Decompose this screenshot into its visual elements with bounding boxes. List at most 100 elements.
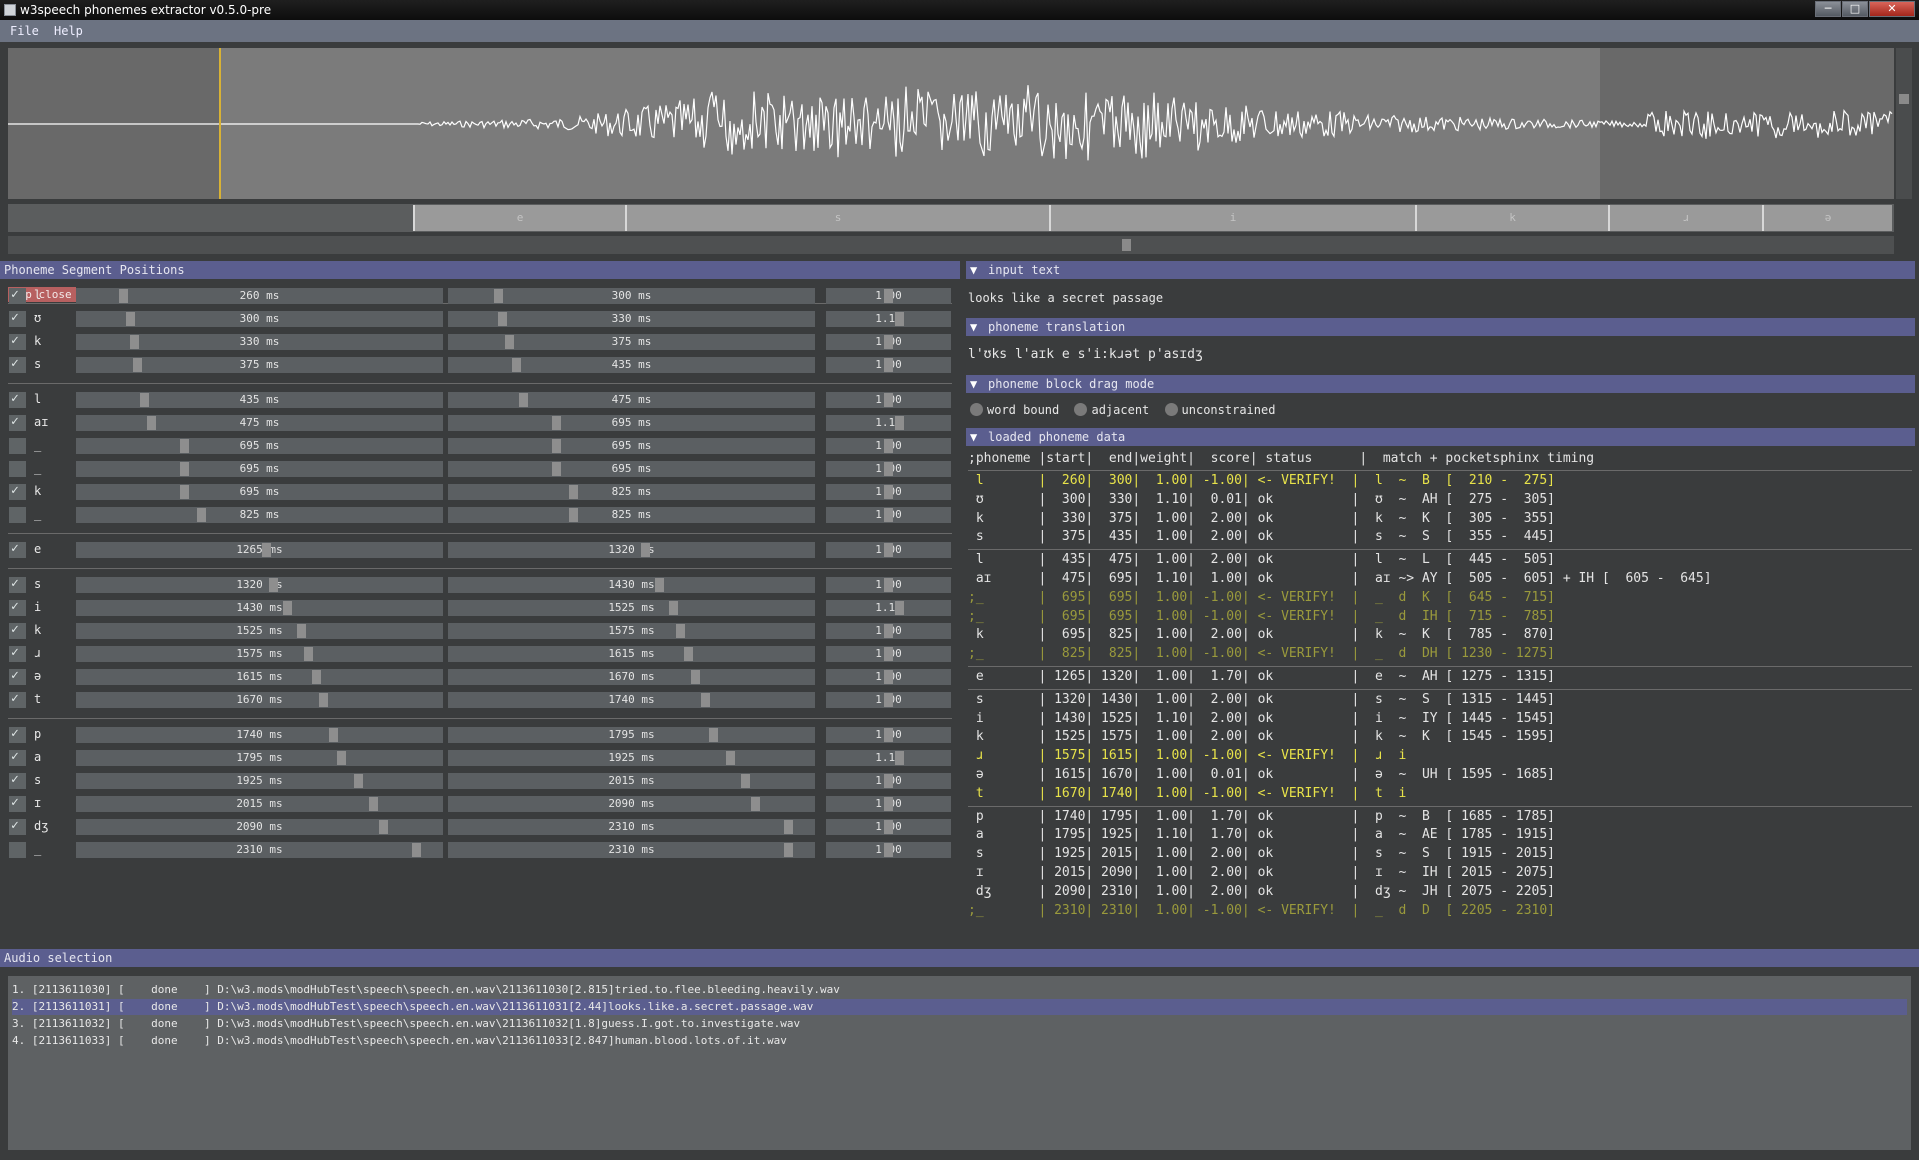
phoneme-translation-header[interactable]: ▼ phoneme translation — [966, 318, 1915, 336]
phoneme-enabled-checkbox[interactable] — [9, 461, 26, 477]
start-slider[interactable]: 695 ms — [76, 484, 443, 500]
slider-grab[interactable] — [883, 485, 893, 499]
weight-slider[interactable]: 1.00 — [826, 623, 951, 639]
segment-block[interactable]: ɹ — [1608, 205, 1762, 231]
slider-grab[interactable] — [354, 774, 364, 788]
slider-grab[interactable] — [304, 647, 314, 661]
end-slider[interactable]: 1795 ms — [448, 727, 815, 743]
weight-slider[interactable]: 1.00 — [826, 842, 951, 858]
slider-grab[interactable] — [261, 543, 271, 557]
start-slider[interactable]: 695 ms — [76, 438, 443, 454]
slider-grab[interactable] — [669, 601, 679, 615]
start-slider[interactable]: 2310 ms — [76, 842, 443, 858]
start-slider[interactable]: 1615 ms — [76, 669, 443, 685]
weight-slider[interactable]: 1.00 — [826, 484, 951, 500]
slider-grab[interactable] — [519, 393, 529, 407]
loaded-data-header[interactable]: ▼ loaded phoneme data — [966, 428, 1915, 446]
slider-grab[interactable] — [569, 508, 579, 522]
start-slider[interactable]: 825 ms — [76, 507, 443, 523]
start-slider[interactable]: 260 ms — [76, 288, 443, 304]
phoneme-enabled-checkbox[interactable] — [9, 576, 26, 593]
end-slider[interactable]: 1670 ms — [448, 669, 815, 685]
slider-grab[interactable] — [783, 843, 793, 857]
end-slider[interactable]: 825 ms — [448, 484, 815, 500]
radio-adjacent[interactable]: adjacent — [1074, 403, 1149, 417]
slider-grab[interactable] — [118, 289, 128, 303]
minimize-button[interactable]: ─ — [1815, 1, 1841, 17]
slider-grab[interactable] — [883, 693, 893, 707]
scroll-thumb[interactable] — [1899, 94, 1909, 104]
weight-slider[interactable]: 1.00 — [826, 646, 951, 662]
phoneme-enabled-checkbox[interactable] — [9, 356, 26, 373]
start-slider[interactable]: 375 ms — [76, 357, 443, 373]
weight-slider[interactable]: 1.00 — [826, 727, 951, 743]
weight-slider[interactable]: 1.00 — [826, 796, 951, 812]
end-slider[interactable]: 2310 ms — [448, 842, 815, 858]
audio-list-item[interactable]: 2. [2113611031] [ done ] D:\w3.mods\modH… — [12, 999, 1907, 1015]
end-slider[interactable]: 1320 ms — [448, 542, 815, 558]
phoneme-enabled-checkbox[interactable] — [9, 333, 26, 350]
segment-block[interactable]: s — [625, 205, 1049, 231]
waveform-vertical-scrollbar[interactable] — [1896, 48, 1912, 199]
slider-grab[interactable] — [883, 843, 893, 857]
start-slider[interactable]: 2090 ms — [76, 819, 443, 835]
phoneme-enabled-checkbox[interactable] — [9, 483, 26, 500]
phoneme-enabled-checkbox[interactable] — [9, 391, 26, 408]
slider-grab[interactable] — [140, 393, 150, 407]
phoneme-enabled-checkbox[interactable] — [9, 668, 26, 685]
segment-block[interactable]: i — [1049, 205, 1415, 231]
start-slider[interactable]: 300 ms — [76, 311, 443, 327]
phoneme-enabled-checkbox[interactable] — [9, 691, 26, 708]
slider-grab[interactable] — [318, 693, 328, 707]
close-button[interactable]: ✕ — [1869, 1, 1915, 17]
slider-grab[interactable] — [883, 670, 893, 684]
start-slider[interactable]: 1430 ms — [76, 600, 443, 616]
slider-grab[interactable] — [883, 335, 893, 349]
slider-grab[interactable] — [895, 601, 904, 615]
end-slider[interactable]: 1575 ms — [448, 623, 815, 639]
weight-slider[interactable]: 1.10 — [826, 311, 951, 327]
slider-grab[interactable] — [379, 820, 389, 834]
segment-block[interactable]: ə — [1762, 205, 1892, 231]
end-slider[interactable]: 825 ms — [448, 507, 815, 523]
slider-grab[interactable] — [297, 624, 307, 638]
slider-grab[interactable] — [125, 312, 135, 326]
end-slider[interactable]: 1430 ms — [448, 577, 815, 593]
weight-slider[interactable]: 1.00 — [826, 577, 951, 593]
slider-grab[interactable] — [883, 647, 893, 661]
end-slider[interactable]: 1525 ms — [448, 600, 815, 616]
slider-grab[interactable] — [883, 797, 893, 811]
audio-list-item[interactable]: 4. [2113611033] [ done ] D:\w3.mods\modH… — [12, 1033, 1907, 1049]
slider-grab[interactable] — [883, 439, 893, 453]
start-slider[interactable]: 2015 ms — [76, 796, 443, 812]
start-slider[interactable]: 1525 ms — [76, 623, 443, 639]
slider-grab[interactable] — [512, 358, 522, 372]
radio-unconstrained[interactable]: unconstrained — [1164, 403, 1275, 417]
audio-list-item[interactable]: 3. [2113611032] [ done ] D:\w3.mods\modH… — [12, 1016, 1907, 1032]
input-text-value[interactable]: looks like a secret passage — [968, 291, 1163, 305]
slider-grab[interactable] — [311, 670, 321, 684]
slider-grab[interactable] — [494, 289, 504, 303]
weight-slider[interactable]: 1.10 — [826, 415, 951, 431]
slider-grab[interactable] — [883, 289, 893, 303]
phoneme-enabled-checkbox[interactable] — [9, 310, 26, 327]
slider-grab[interactable] — [329, 728, 339, 742]
slider-grab[interactable] — [726, 751, 736, 765]
phoneme-enabled-checkbox[interactable] — [9, 749, 26, 766]
slider-grab[interactable] — [497, 312, 507, 326]
weight-slider[interactable]: 1.00 — [826, 542, 951, 558]
start-slider[interactable]: 1320 ms — [76, 577, 443, 593]
end-slider[interactable]: 475 ms — [448, 392, 815, 408]
slider-grab[interactable] — [179, 485, 189, 499]
weight-slider[interactable]: 1.00 — [826, 507, 951, 523]
slider-grab[interactable] — [551, 439, 561, 453]
slider-grab[interactable] — [740, 774, 750, 788]
weight-slider[interactable]: 1.00 — [826, 334, 951, 350]
end-slider[interactable]: 1740 ms — [448, 692, 815, 708]
end-slider[interactable]: 2090 ms — [448, 796, 815, 812]
slider-grab[interactable] — [708, 728, 718, 742]
slider-grab[interactable] — [883, 358, 893, 372]
end-slider[interactable]: 300 ms — [448, 288, 815, 304]
weight-slider[interactable]: 1.00 — [826, 461, 951, 477]
phoneme-enabled-checkbox[interactable] — [9, 541, 26, 558]
